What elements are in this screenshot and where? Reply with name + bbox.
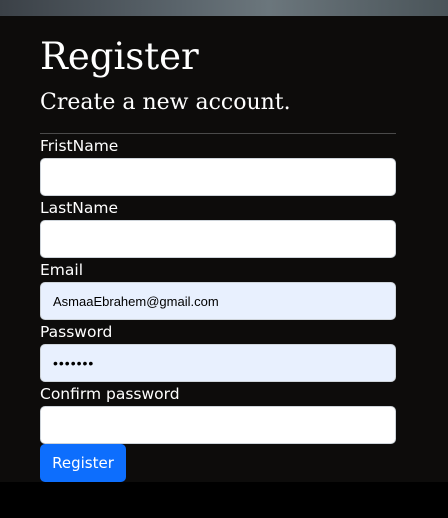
- register-button[interactable]: Register: [40, 444, 126, 482]
- confirm-password-field[interactable]: [40, 406, 396, 444]
- email-label: Email: [40, 261, 84, 279]
- first-name-field[interactable]: [40, 158, 396, 196]
- background-image-strip: [0, 0, 448, 16]
- register-panel: Register Create a new account. FristName…: [0, 16, 448, 482]
- page-subtitle: Create a new account.: [40, 90, 291, 115]
- password-field[interactable]: [40, 344, 396, 382]
- last-name-label: LastName: [40, 199, 119, 217]
- page-footer-area: [0, 482, 448, 518]
- last-name-field[interactable]: [40, 220, 396, 258]
- page-title: Register: [40, 35, 199, 78]
- confirm-password-label: Confirm password: [40, 385, 180, 403]
- first-name-label: FristName: [40, 137, 119, 155]
- divider: [40, 133, 396, 134]
- password-label: Password: [40, 323, 113, 341]
- email-field[interactable]: [40, 282, 396, 320]
